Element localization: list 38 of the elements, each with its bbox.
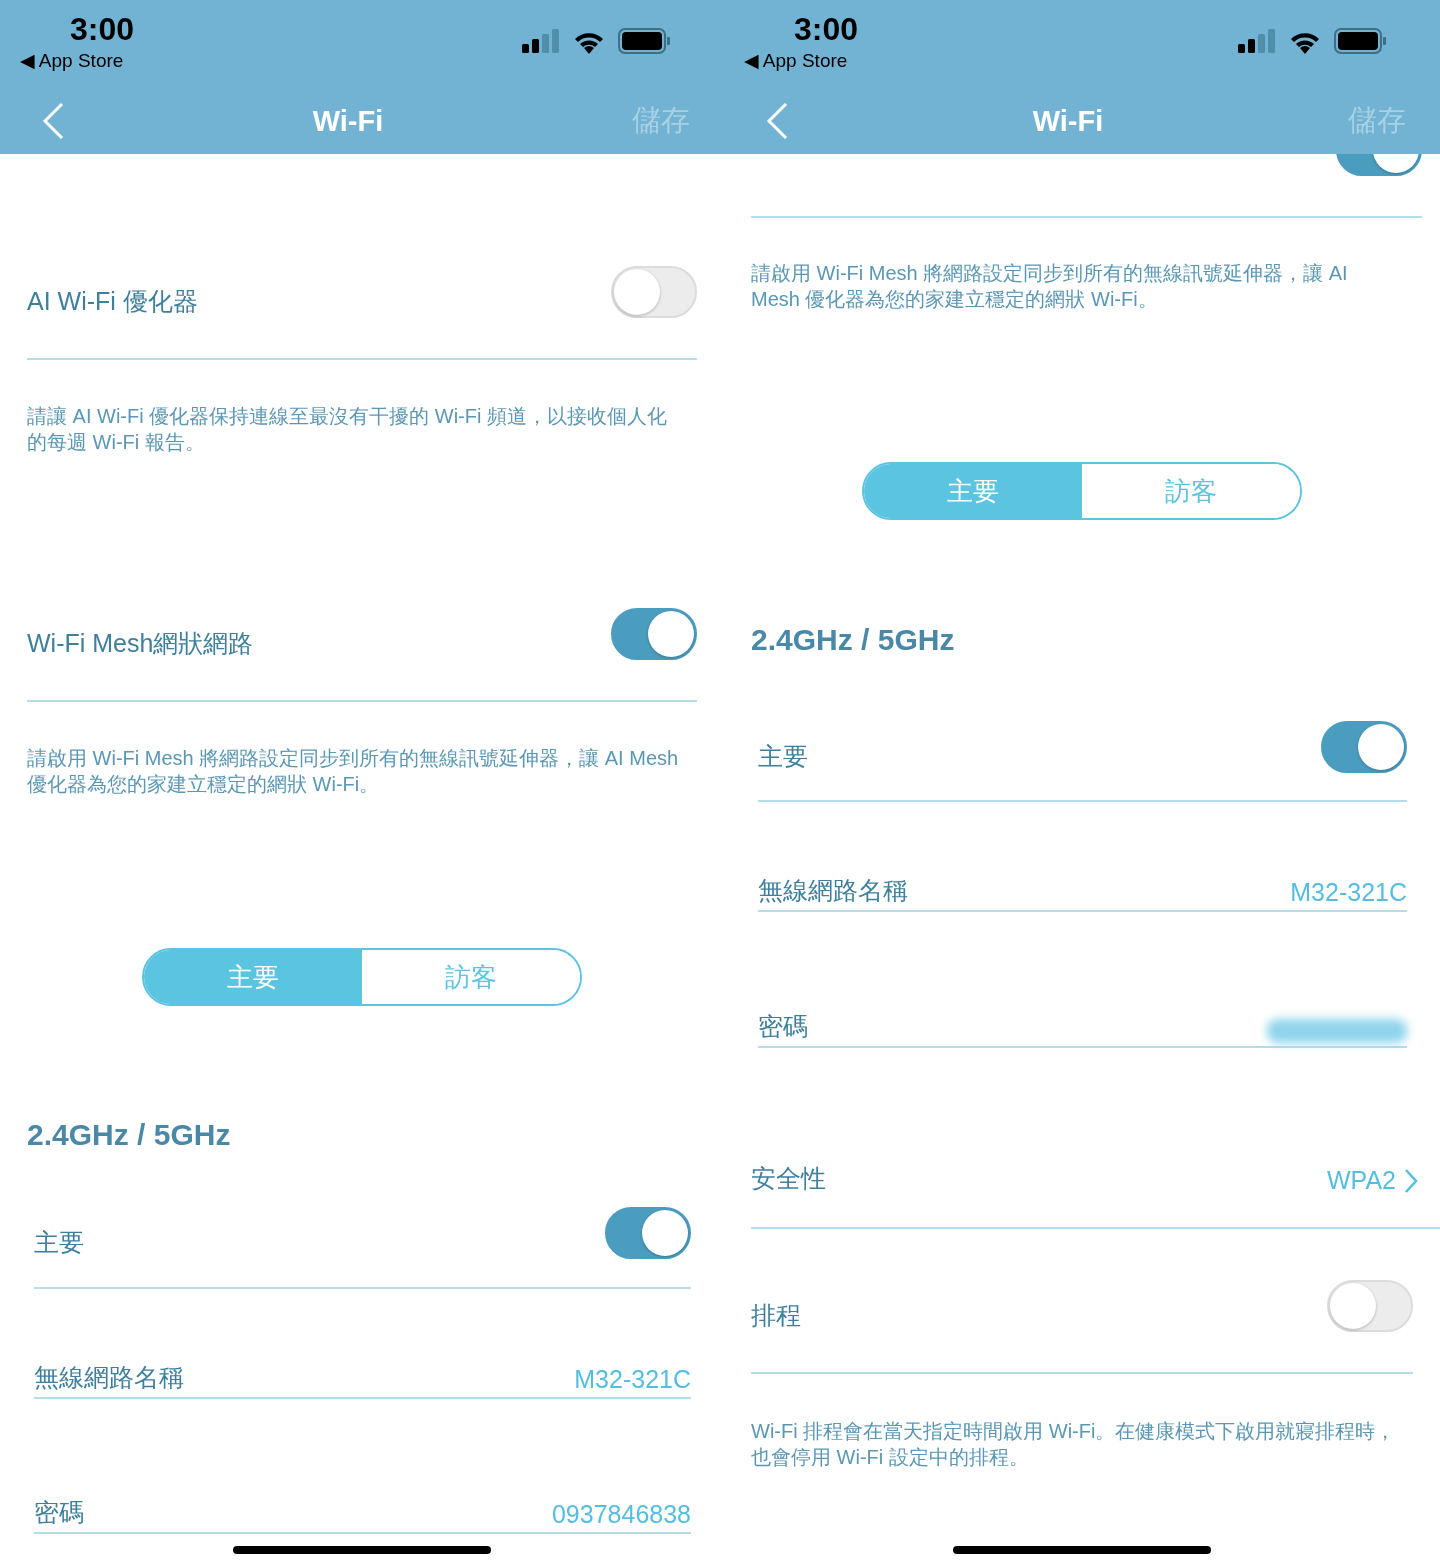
chevron-right-icon [1404, 1167, 1418, 1194]
signal-icon [522, 29, 560, 53]
back-to-app-link[interactable]: ◀ App Store [744, 48, 848, 74]
battery-icon [1334, 28, 1386, 54]
setting-label: 密碼 [34, 1497, 84, 1528]
setting-label: AI Wi-Fi 優化器 [27, 286, 198, 317]
setting-label: 主要 [758, 741, 808, 772]
section-heading: 2.4GHz / 5GHz [27, 1118, 231, 1152]
battery-icon [618, 28, 670, 54]
setting-value: 0937846838 [551, 1500, 691, 1529]
setting-label: 排程 [751, 1300, 801, 1331]
screen-title: Wi-Fi [1032, 104, 1104, 138]
setting-value: M32-321C [574, 1365, 691, 1394]
description-text: Wi-Fi 排程會在當天指定時間啟用 Wi-Fi。在健康模式下啟用就寢排程時，也會停用 Wi-Fi 設定中的排程。 [751, 1419, 1397, 1470]
toggle-switch[interactable] [605, 1207, 691, 1259]
screen-title: Wi-Fi [312, 104, 384, 138]
section-heading: 2.4GHz / 5GHz [751, 623, 955, 657]
toggle-switch[interactable] [611, 608, 697, 660]
back-icon[interactable] [766, 102, 788, 140]
description-text: 請啟用 Wi-Fi Mesh 將網路設定同步到所有的無線訊號延伸器，讓 AI Mesh 優化器為您的家建立穩定的網狀 Wi-Fi。 [751, 261, 1349, 312]
setting-label: 無線網路名稱 [34, 1362, 184, 1393]
security-link[interactable]: WPA2 [1327, 1166, 1418, 1195]
back-icon[interactable] [42, 102, 64, 140]
back-to-app-link[interactable]: ◀ App Store [20, 48, 124, 74]
setting-label: 主要 [34, 1227, 84, 1258]
setting-label: 密碼 [758, 1011, 808, 1042]
description-text: 請讓 AI Wi-Fi 優化器保持連線至最沒有干擾的 Wi-Fi 頻道，以接收個人化的每週 Wi-Fi 報告。 [27, 404, 668, 455]
signal-icon [1238, 29, 1276, 53]
setting-label: 無線網路名稱 [758, 875, 908, 906]
status-time: 3:00 [69, 10, 135, 48]
setting-value: M32-321C [1290, 878, 1407, 907]
segment-tab[interactable]: 主要 [864, 464, 1082, 518]
status-time: 3:00 [793, 10, 859, 48]
description-text: 請啟用 Wi-Fi Mesh 將網路設定同步到所有的無線訊號延伸器，讓 AI Mesh 優化器為您的家建立穩定的網狀 Wi-Fi。 [27, 746, 680, 797]
toggle-switch[interactable] [1321, 721, 1407, 773]
segment-tab[interactable]: 主要 [144, 950, 362, 1004]
setting-label: Wi-Fi Mesh網狀網路 [27, 628, 254, 659]
setting-label: 安全性 [751, 1163, 826, 1194]
